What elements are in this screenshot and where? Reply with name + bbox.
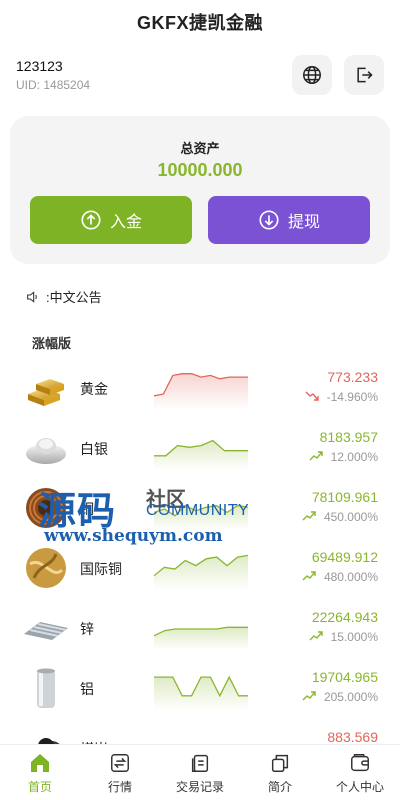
market-price: 69489.912: [311, 549, 378, 565]
user-info: 123123 UID: 1485204: [16, 58, 90, 92]
market-name: 黄金: [80, 381, 108, 397]
market-change-value: -14.960%: [326, 390, 378, 404]
records-icon: [188, 751, 212, 775]
sparkline-area: [154, 677, 248, 710]
market-change: 450.000%: [302, 510, 378, 524]
tab-records[interactable]: 交易记录: [160, 745, 240, 800]
market-row[interactable]: 锌 22264.943 15.000%: [0, 598, 400, 658]
app-title: GKFX捷凯金融: [136, 13, 263, 33]
gold-bars-icon: [22, 364, 70, 412]
market-name: 铝: [80, 681, 94, 697]
uid-value: 1485204: [43, 78, 91, 92]
market-row[interactable]: 白银 8183.957 12.000%: [0, 418, 400, 478]
exchange-icon: [108, 751, 132, 775]
market-name: 铜: [80, 501, 94, 517]
market-price: 22264.943: [311, 609, 378, 625]
sparkline-chart: [154, 504, 248, 530]
market-name: 锌: [80, 621, 94, 637]
tab-records-label: 交易记录: [175, 779, 224, 794]
trend-up-icon: [302, 510, 316, 524]
uid-label: UID:: [16, 78, 40, 92]
trend-up-icon: [309, 450, 323, 464]
market-row[interactable]: 铜 78109.961 450.000%: [0, 478, 400, 538]
withdraw-button[interactable]: 提现: [208, 196, 370, 244]
assets-value: 10000.000: [157, 160, 243, 180]
trend-down-icon: [305, 390, 319, 404]
market-name: 国际铜: [80, 561, 122, 577]
market-change-value: 12.000%: [330, 450, 378, 464]
globe-icon: [303, 66, 321, 84]
assets-card: 总资产 10000.000 入金 提现: [10, 116, 390, 264]
market-row[interactable]: 铝 19704.965 205.000%: [0, 658, 400, 718]
trend-up-icon: [302, 690, 316, 704]
username: 123123: [16, 58, 63, 74]
top-bar: GKFX捷凯金融: [0, 0, 400, 44]
logout-icon: [357, 67, 373, 83]
sparkline-chart: [154, 675, 248, 710]
silver-ingot-icon: [22, 424, 70, 472]
tab-home-label: 首页: [27, 779, 52, 794]
market-change: 12.000%: [309, 450, 378, 464]
section-title: 涨幅版: [32, 336, 72, 351]
bottom-tab-bar: 首页 行情 交易记录 简介 个人中心: [0, 744, 400, 800]
market-change: 15.000%: [309, 630, 378, 644]
logout-button[interactable]: [344, 55, 384, 95]
zinc-plates-icon: [22, 604, 70, 652]
tab-intro[interactable]: 简介: [240, 745, 320, 800]
market-row[interactable]: 黄金 773.233 -14.960%: [0, 358, 400, 418]
home-icon: [28, 751, 52, 775]
tab-profile[interactable]: 个人中心: [320, 745, 400, 800]
sparkline-chart: [154, 554, 248, 590]
deposit-label: 入金: [109, 214, 142, 231]
sparkline-chart: [154, 373, 248, 410]
market-price: 8183.957: [319, 429, 378, 445]
deposit-button[interactable]: 入金: [30, 196, 192, 244]
market-name: 白银: [80, 441, 108, 457]
assets-label: 总资产: [180, 141, 220, 156]
wallet-icon: [348, 751, 372, 775]
tab-profile-label: 个人中心: [335, 779, 384, 794]
market-change-value: 15.000%: [330, 630, 378, 644]
market-change: 480.000%: [302, 570, 378, 584]
copper-ball-icon: [22, 544, 70, 592]
sparkline-chart: [154, 626, 248, 650]
market-change-value: 480.000%: [323, 570, 378, 584]
tab-home[interactable]: 首页: [0, 745, 80, 800]
language-button[interactable]: [292, 55, 332, 95]
copper-coil-icon: [22, 484, 70, 532]
market-row[interactable]: 国际铜 69489.912 480.000%: [0, 538, 400, 598]
upload-icon: [81, 210, 101, 230]
announcement[interactable]: :中文公告: [24, 287, 102, 306]
market-price: 773.233: [327, 369, 378, 385]
tab-market-label: 行情: [107, 779, 132, 794]
market-change-value: 205.000%: [323, 690, 378, 704]
market-change-value: 450.000%: [323, 510, 378, 524]
market-change: -14.960%: [305, 390, 378, 404]
market-price: 78109.961: [311, 489, 378, 505]
market-price: 883.569: [327, 729, 378, 745]
speaker-icon: [27, 290, 37, 303]
download-icon: [259, 210, 279, 230]
withdraw-label: 提现: [287, 214, 320, 231]
market-price: 19704.965: [311, 669, 378, 685]
copy-icon: [268, 751, 292, 775]
sparkline-area: [154, 373, 248, 410]
sparkline-chart: [154, 439, 248, 470]
tab-intro-label: 简介: [267, 779, 292, 794]
trend-up-icon: [309, 630, 323, 644]
user-uid: UID: 1485204: [16, 78, 90, 92]
market-change: 205.000%: [302, 690, 378, 704]
announcement-text: :中文公告: [46, 290, 102, 305]
trend-up-icon: [302, 570, 316, 584]
aluminum-can-icon: [22, 664, 70, 712]
tab-market[interactable]: 行情: [80, 745, 160, 800]
